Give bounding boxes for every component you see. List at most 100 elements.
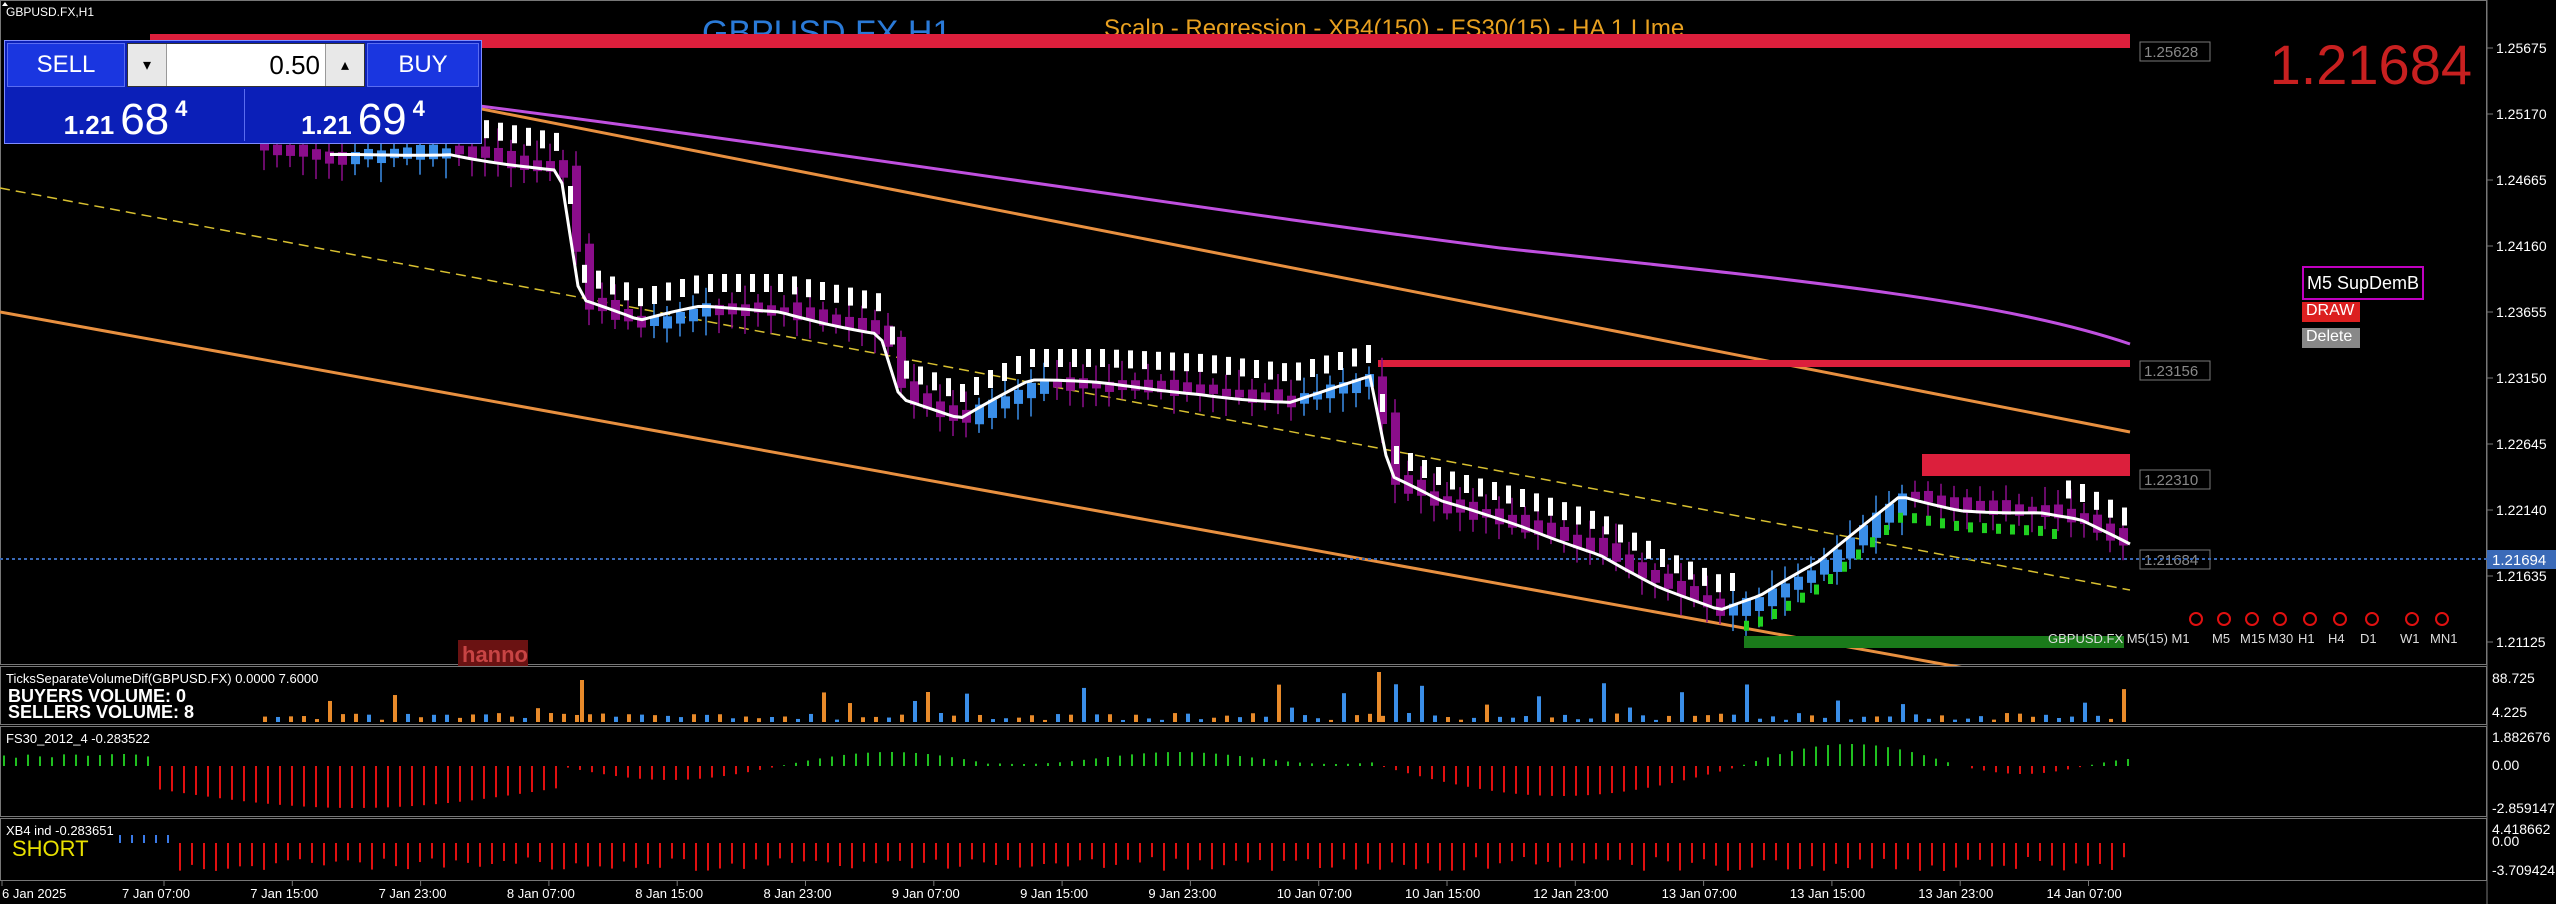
signal-dot xyxy=(764,274,769,292)
candle-body xyxy=(572,165,581,252)
signal-dot xyxy=(680,279,685,297)
candle-body xyxy=(299,144,308,157)
volume-bar xyxy=(1940,715,1944,722)
signal-dot xyxy=(1828,574,1833,584)
supply-zone-recent[interactable] xyxy=(1922,454,2130,476)
supply-zone-mid[interactable] xyxy=(1378,360,2130,367)
lot-increase-icon[interactable]: ▴ xyxy=(325,44,364,86)
signal-dot xyxy=(1576,506,1581,525)
volume-bar xyxy=(614,716,618,722)
sell-button[interactable]: SELL xyxy=(7,43,125,87)
volume-bar xyxy=(822,692,826,722)
signal-dot xyxy=(1562,502,1567,521)
signal-dot xyxy=(1212,355,1217,374)
volume-bar xyxy=(1446,717,1450,722)
signal-dot xyxy=(2122,507,2127,526)
volume-axis-bottom: 4.225 xyxy=(2492,704,2527,720)
time-tick-label: 7 Jan 15:00 xyxy=(250,886,318,901)
buy-button[interactable]: BUY xyxy=(367,43,479,87)
signal-dot xyxy=(1604,516,1609,535)
volume-bar xyxy=(1615,713,1619,722)
signal-dot xyxy=(862,290,867,309)
signal-dot xyxy=(1086,349,1091,367)
buy-price[interactable]: 1.21 69 4 xyxy=(247,89,479,144)
volume-bar xyxy=(471,714,475,722)
volume-bar xyxy=(1771,716,1775,722)
signal-dot xyxy=(484,120,489,139)
signal-dot xyxy=(876,293,881,312)
volume-bar xyxy=(1290,707,1294,722)
price-tick-label: 1.25675 xyxy=(2496,40,2547,56)
volume-bar xyxy=(328,700,332,722)
signal-dot xyxy=(1044,349,1049,367)
signal-dot xyxy=(1352,348,1357,367)
sell-price[interactable]: 1.21 68 4 xyxy=(7,89,245,144)
signal-dot xyxy=(1842,561,1847,572)
volume-bar xyxy=(887,717,891,722)
price-tick-label: 1.23655 xyxy=(2496,304,2547,320)
signal-dot xyxy=(1478,478,1483,497)
candle-body xyxy=(455,145,464,155)
delete-button[interactable]: Delete xyxy=(2302,328,2360,348)
candle-body xyxy=(1846,537,1855,559)
time-tick-label: 13 Jan 23:00 xyxy=(1918,886,1993,901)
signal-dot xyxy=(1800,592,1805,603)
volume-bar xyxy=(1485,704,1489,722)
volume-bar xyxy=(276,716,280,722)
volume-bar xyxy=(952,715,956,722)
volume-bar xyxy=(1394,684,1398,722)
volume-bar xyxy=(1498,716,1502,722)
signal-dot xyxy=(778,274,783,292)
candle-body xyxy=(1274,389,1283,402)
candle-body xyxy=(1781,583,1790,598)
signal-dot xyxy=(1030,349,1035,367)
candle-body xyxy=(1560,526,1569,541)
signal-dot xyxy=(974,377,979,395)
signal-dot xyxy=(1674,555,1679,574)
candle-body xyxy=(663,316,672,329)
volume-bar xyxy=(653,715,657,722)
signal-dot xyxy=(526,127,531,146)
signal-dot xyxy=(1366,345,1371,363)
volume-bar xyxy=(406,713,410,722)
signal-dot xyxy=(1618,524,1623,543)
volume-bar xyxy=(510,716,514,722)
time-tick-label: 6 Jan 2025 xyxy=(2,886,66,901)
volume-bar xyxy=(1550,717,1554,722)
volume-bar xyxy=(2005,713,2009,722)
volume-bar xyxy=(1745,684,1749,722)
volume-bar xyxy=(315,719,319,722)
draw-button[interactable]: DRAW xyxy=(2302,302,2360,322)
volume-bar xyxy=(341,714,345,722)
volume-bar xyxy=(289,716,293,722)
candle-body xyxy=(1664,573,1673,589)
volume-bar xyxy=(783,716,787,722)
volume-bar xyxy=(1459,719,1463,722)
candle-body xyxy=(1807,570,1816,583)
sell-price-prefix: 1.21 xyxy=(63,110,115,140)
signal-dot xyxy=(1310,359,1315,377)
signal-dot xyxy=(1926,515,1931,526)
timeframe-label-D1: D1 xyxy=(2360,631,2377,646)
signal-dot xyxy=(806,279,811,298)
volume-bar xyxy=(1719,713,1723,722)
fs30-axis-mid: 0.00 xyxy=(2492,757,2519,773)
level-label-1: 1.25628 xyxy=(2144,44,2198,61)
candle-body xyxy=(481,146,490,158)
signal-dot xyxy=(1156,351,1161,370)
xb4-axis-mid: 0.00 xyxy=(2492,833,2519,849)
lot-decrease-icon[interactable]: ▾ xyxy=(128,44,167,86)
lot-size-input[interactable] xyxy=(168,44,324,86)
volume-bar xyxy=(432,714,436,722)
volume-bar xyxy=(627,714,631,722)
sell-price-fraction: 4 xyxy=(175,96,188,121)
volume-bar xyxy=(1186,713,1190,722)
timeframe-label-M15: M15 xyxy=(2240,631,2265,646)
price-tick-label: 1.21635 xyxy=(2496,568,2547,584)
volume-bar xyxy=(900,714,904,722)
candle-body xyxy=(377,150,386,164)
signal-dot xyxy=(1954,520,1959,531)
signal-dot xyxy=(2094,491,2099,510)
volume-bar xyxy=(580,680,584,722)
buy-price-fraction: 4 xyxy=(412,96,425,121)
